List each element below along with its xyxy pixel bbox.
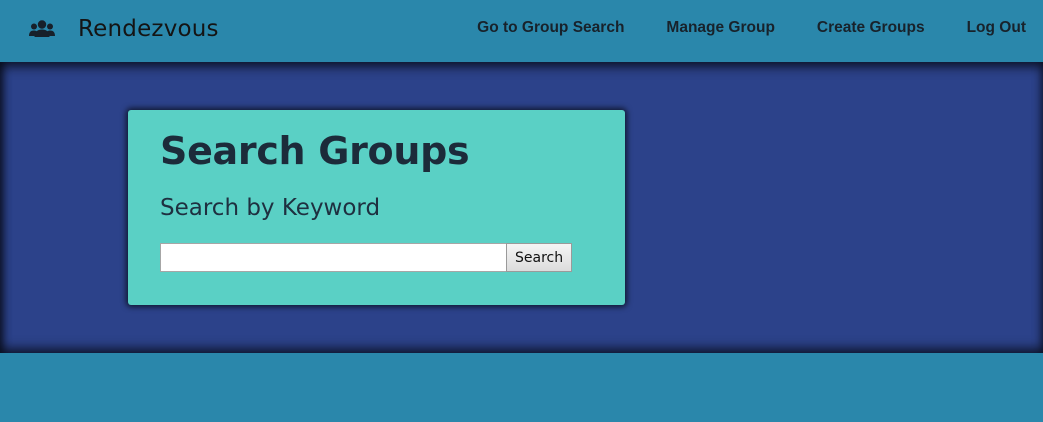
brand-link[interactable]: Rendezvous: [29, 14, 219, 44]
page-title: Search Groups: [160, 129, 470, 173]
nav-link-log-out[interactable]: Log Out: [967, 19, 1026, 37]
brand-title: Rendezvous: [78, 16, 219, 42]
search-form: Search: [160, 243, 573, 272]
search-input[interactable]: [160, 243, 506, 272]
top-navbar: Rendezvous Go to Group Search Manage Gro…: [0, 0, 1043, 62]
nav-links: Go to Group Search Manage Group Create G…: [477, 19, 1026, 37]
search-card: Search Groups Search by Keyword Search: [128, 110, 625, 305]
nav-link-create-groups[interactable]: Create Groups: [817, 19, 925, 37]
search-subtitle: Search by Keyword: [160, 195, 381, 221]
search-button[interactable]: Search: [506, 243, 573, 272]
nav-link-manage-group[interactable]: Manage Group: [666, 19, 775, 37]
nav-link-group-search[interactable]: Go to Group Search: [477, 19, 624, 37]
hero-section: Search Groups Search by Keyword Search: [0, 62, 1043, 353]
footer: [0, 353, 1043, 422]
users-icon: [29, 19, 55, 39]
